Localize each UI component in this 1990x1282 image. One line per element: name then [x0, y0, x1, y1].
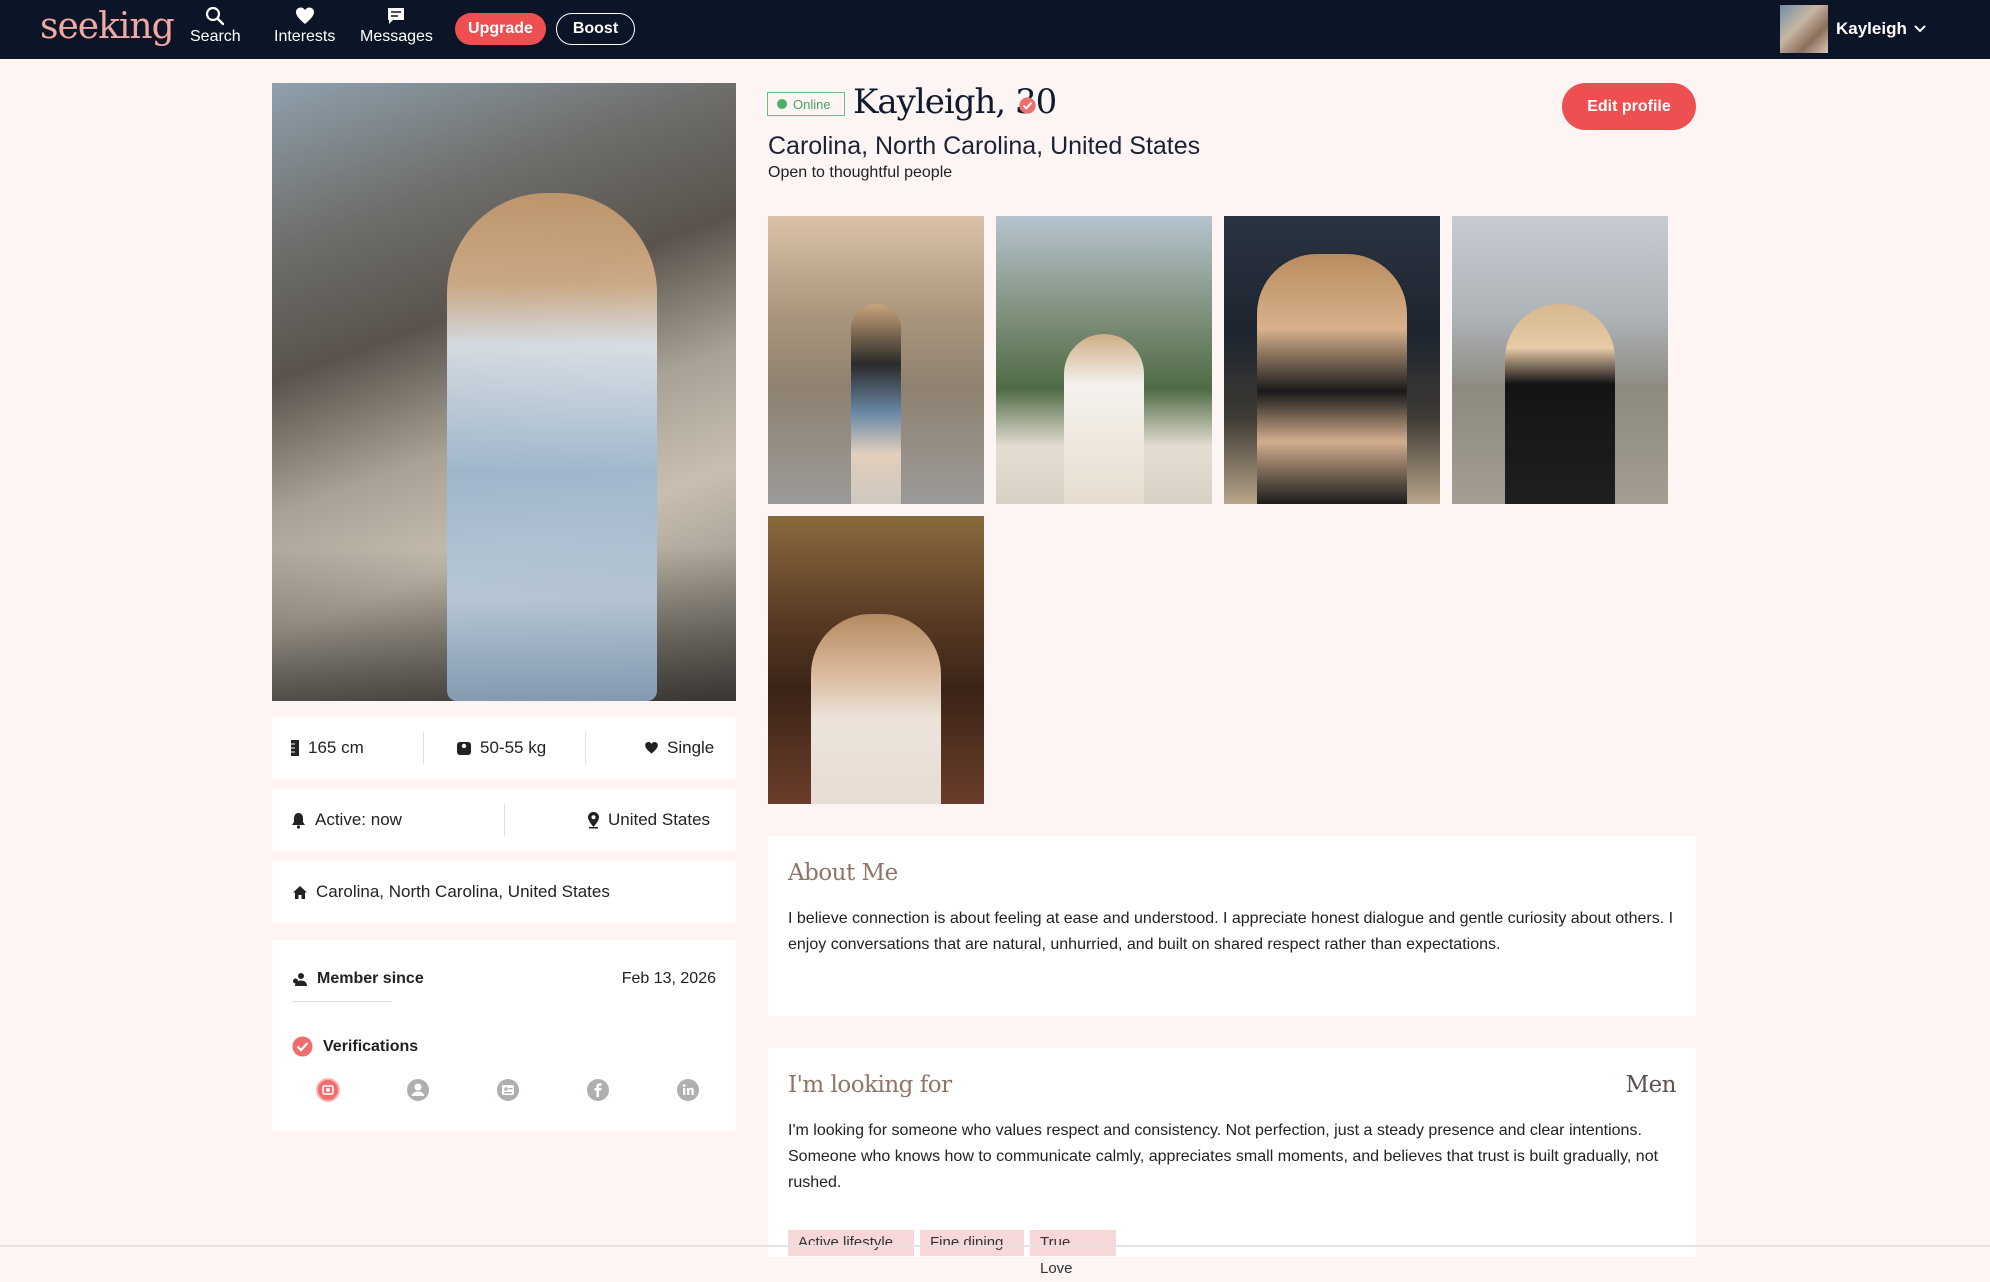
divider — [423, 732, 424, 764]
about-me-card: About Me I believe connection is about f… — [768, 836, 1696, 1016]
member-since-label: Member since — [317, 970, 424, 987]
user-menu[interactable]: Kayleigh — [1780, 5, 1927, 53]
chat-icon — [388, 8, 405, 24]
facebook-icon[interactable] — [586, 1078, 610, 1102]
stat-height-value: 165 cm — [308, 738, 364, 757]
home-icon — [293, 885, 307, 899]
photo-subject — [447, 193, 657, 701]
membership-card: Member since Feb 13, 2026 Verifications — [272, 940, 736, 1130]
stat-hometown: Carolina, North Carolina, United States — [292, 862, 610, 922]
stat-height: 165 cm — [290, 718, 364, 778]
gallery-photo-2[interactable] — [996, 216, 1212, 504]
looking-for-card: I'm looking for Men I'm looking for some… — [768, 1048, 1696, 1257]
interest-tag[interactable]: Fine dining — [920, 1230, 1024, 1256]
about-me-text: I believe connection is about feeling at… — [788, 910, 1674, 953]
gallery-photo-1[interactable] — [768, 216, 984, 504]
profile-tagline: Open to thoughtful people — [768, 164, 953, 181]
divider — [504, 804, 505, 836]
stat-relationship-value: Single — [667, 738, 715, 757]
top-nav: seeking Search Interests Messages Upgrad… — [0, 0, 1990, 59]
verified-badge-icon — [1019, 97, 1036, 114]
interest-tag[interactable]: Active lifestyle — [788, 1230, 914, 1256]
search-icon — [206, 6, 225, 26]
nav-search-label: Search — [190, 28, 241, 45]
nav-messages-label: Messages — [360, 28, 433, 45]
stat-country-value: United States — [608, 810, 711, 829]
height-icon — [291, 740, 299, 756]
nav-interests-label: Interests — [274, 28, 336, 45]
stat-weight: 50-55 kg — [456, 718, 546, 778]
activity-card: Active: now United States — [272, 790, 736, 850]
chevron-down-icon — [1914, 25, 1926, 33]
heart-icon — [645, 742, 658, 754]
photo-subject — [1257, 254, 1407, 504]
users-icon — [293, 972, 307, 986]
gallery-photo-4[interactable] — [1452, 216, 1668, 504]
nav-messages[interactable]: Messages — [360, 6, 433, 46]
member-since-date: Feb 13, 2026 — [621, 970, 716, 987]
about-me-title: About Me — [788, 860, 898, 886]
location-pin-icon — [588, 812, 599, 829]
edit-profile-button[interactable]: Edit profile — [1562, 83, 1696, 130]
online-status-dot — [777, 99, 787, 109]
stat-country: United States — [587, 790, 710, 850]
user-verification-icon[interactable] — [406, 1078, 430, 1102]
user-name: Kayleigh — [1836, 19, 1907, 38]
id-card-icon[interactable] — [496, 1078, 520, 1102]
profile-location: Carolina, North Carolina, United States — [768, 132, 1201, 160]
stat-active-value: Active: now — [315, 810, 402, 829]
page-bottom-border — [0, 1245, 1990, 1247]
main-profile-photo[interactable] — [272, 83, 736, 701]
stat-weight-value: 50-55 kg — [480, 738, 547, 757]
stat-active: Active: now — [290, 790, 402, 850]
looking-for-title: I'm looking for — [788, 1072, 952, 1098]
stats-card-body: 165 cm 50-55 kg Single — [272, 718, 736, 778]
linkedin-icon[interactable] — [676, 1078, 700, 1102]
boost-button[interactable]: Boost — [556, 13, 635, 45]
upgrade-button[interactable]: Upgrade — [455, 13, 546, 45]
hometown-card: Carolina, North Carolina, United States — [272, 862, 736, 922]
avatar — [1780, 5, 1828, 53]
gallery-photo-3[interactable] — [1224, 216, 1440, 504]
stat-relationship: Single — [644, 718, 714, 778]
photo-subject — [1505, 304, 1615, 504]
heart-icon — [295, 7, 314, 24]
photo-subject — [851, 304, 901, 504]
photo-subject — [811, 614, 941, 804]
online-label: Online — [793, 96, 831, 112]
verifications-label: Verifications — [323, 1037, 419, 1055]
nav-interests[interactable]: Interests — [274, 6, 335, 46]
logo[interactable]: seeking — [40, 6, 175, 47]
nav-search[interactable]: Search — [190, 6, 241, 46]
stat-hometown-value: Carolina, North Carolina, United States — [316, 882, 610, 901]
gallery-photo-5[interactable] — [768, 516, 984, 804]
verified-check-icon — [292, 1036, 313, 1057]
looking-for-target: Men — [1625, 1072, 1677, 1098]
divider — [585, 732, 586, 764]
verifications-row: Verifications — [292, 1036, 418, 1057]
scale-icon — [457, 742, 471, 755]
online-badge: Online — [767, 92, 845, 116]
member-since-row: Member since — [292, 970, 424, 988]
photo-subject — [1064, 334, 1144, 504]
looking-for-text: I'm looking for someone who values respe… — [788, 1122, 1659, 1191]
photo-verification-icon[interactable] — [316, 1078, 340, 1102]
interest-tag[interactable]: True Love — [1030, 1230, 1116, 1277]
bell-icon — [292, 812, 305, 829]
verification-icons — [316, 1078, 700, 1102]
divider — [292, 1001, 392, 1002]
